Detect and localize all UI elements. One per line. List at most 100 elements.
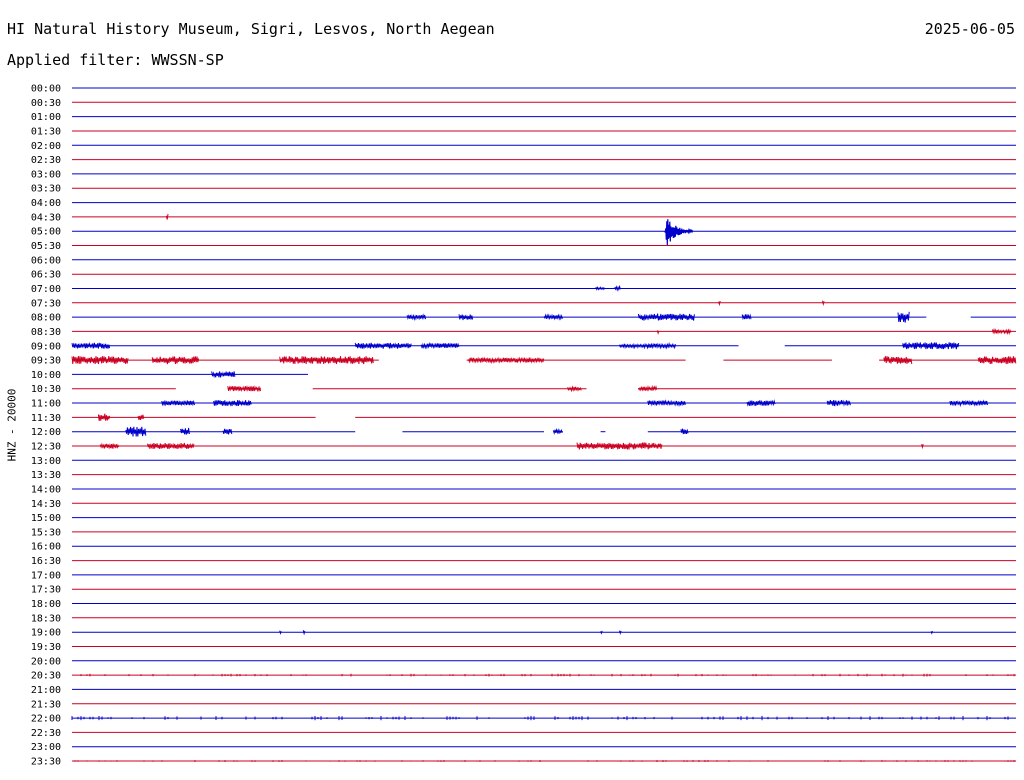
time-tick-label: 19:30 (31, 642, 61, 653)
trace-0200: 02:00 (31, 141, 1016, 152)
seismic-event-waveform (664, 219, 694, 246)
time-tick-label: 10:30 (31, 384, 61, 395)
time-tick-label: 12:00 (31, 427, 61, 438)
trace-1000: 10:00 (31, 370, 308, 381)
time-tick-label: 14:30 (31, 499, 61, 510)
trace-signal (822, 300, 825, 307)
trace-1230: 12:30 (31, 442, 1016, 453)
time-tick-label: 10:00 (31, 370, 61, 381)
trace-0330: 03:30 (31, 184, 1016, 195)
trace-2330: 23:30 (31, 757, 1016, 768)
trace-signal (137, 414, 145, 421)
trace-1500: 15:00 (31, 513, 1016, 524)
trace-signal (458, 314, 474, 321)
time-tick-label: 16:30 (31, 556, 61, 567)
time-tick-label: 00:00 (31, 84, 61, 95)
time-tick-label: 11:00 (31, 399, 61, 410)
trace-signal (125, 426, 147, 437)
trace-signal (147, 442, 195, 450)
trace-signal (97, 413, 111, 421)
trace-signal (991, 327, 1012, 336)
trace-0530: 05:30 (31, 241, 1016, 252)
time-tick-label: 20:00 (31, 656, 61, 667)
trace-0030: 00:30 (31, 98, 1016, 109)
trace-1930: 19:30 (31, 642, 1016, 653)
trace-0730: 07:30 (31, 298, 1016, 309)
trace-0830: 08:30 (31, 327, 1016, 338)
trace-0430: 04:30 (31, 212, 1016, 223)
time-tick-label: 02:00 (31, 141, 61, 152)
trace-2300: 23:00 (31, 742, 1016, 753)
trace-signal (354, 342, 412, 349)
trace-signal (741, 313, 752, 321)
trace-signal (902, 342, 960, 350)
trace-signal (406, 313, 426, 321)
time-tick-label: 23:00 (31, 742, 61, 753)
time-tick-label: 04:30 (31, 212, 61, 223)
time-tick-label: 20:30 (31, 671, 61, 682)
trace-signal (552, 427, 563, 436)
trace-signal (161, 399, 195, 407)
trace-signal (930, 631, 934, 635)
trace-signal (71, 341, 111, 350)
trace-0600: 06:00 (31, 255, 1016, 266)
time-tick-label: 18:00 (31, 599, 61, 610)
trace-1300: 13:00 (31, 456, 1016, 467)
time-tick-label: 22:30 (31, 728, 61, 739)
trace-signal (921, 443, 924, 450)
trace-1700: 17:00 (31, 570, 1016, 581)
trace-0900: 09:00 (31, 341, 1016, 352)
time-tick-label: 21:00 (31, 685, 61, 696)
trace-1830: 18:30 (31, 613, 1016, 624)
trace-signal (211, 371, 236, 379)
trace-signal (619, 630, 622, 635)
time-tick-label: 14:00 (31, 484, 61, 495)
trace-0130: 01:30 (31, 126, 1016, 137)
trace-2130: 21:30 (31, 699, 1016, 710)
trace-signal (302, 630, 306, 636)
time-tick-label: 19:00 (31, 628, 61, 639)
trace-1730: 17:30 (31, 585, 1016, 596)
trace-signal (637, 384, 658, 392)
trace-signal (576, 442, 663, 450)
time-tick-label: 01:00 (31, 112, 61, 123)
trace-signal (614, 284, 621, 292)
time-tick-label: 05:00 (31, 227, 61, 238)
time-tick-label: 11:30 (31, 413, 61, 424)
trace-2030: 20:30 (31, 671, 1016, 682)
trace-1600: 16:00 (31, 542, 1016, 553)
trace-signal (151, 356, 200, 365)
trace-signal (543, 313, 563, 321)
time-tick-label: 03:00 (31, 169, 61, 180)
time-tick-label: 22:00 (31, 714, 61, 725)
time-tick-label: 02:30 (31, 155, 61, 166)
trace-0000: 00:00 (31, 84, 1016, 95)
trace-signal (567, 385, 582, 393)
time-tick-label: 17:30 (31, 585, 61, 596)
trace-1430: 14:30 (31, 499, 1016, 510)
helicorder-chart: HI Natural History Museum, Sigri, Lesvos… (0, 0, 1024, 780)
time-tick-label: 08:00 (31, 313, 61, 324)
time-tick-label: 07:30 (31, 298, 61, 309)
time-tick-label: 06:00 (31, 255, 61, 266)
time-tick-label: 15:30 (31, 527, 61, 538)
trace-0930: 09:30 (31, 356, 1017, 367)
trace-1030: 10:30 (31, 384, 1016, 395)
trace-2100: 21:00 (31, 685, 1016, 696)
time-tick-label: 06:30 (31, 270, 61, 281)
time-tick-label: 07:00 (31, 284, 61, 295)
helicorder-plot: 00:00 00:30 01:00 01:30 02:00 02:30 03:00 03:30… (31, 84, 1017, 768)
trace-signal (949, 399, 988, 408)
trace-signal (595, 286, 606, 291)
trace-signal (600, 630, 603, 635)
trace-1530: 15:30 (31, 527, 1016, 538)
time-tick-label: 18:30 (31, 613, 61, 624)
time-tick-label: 13:30 (31, 470, 61, 481)
trace-1630: 16:30 (31, 556, 1016, 567)
time-tick-label: 09:30 (31, 356, 61, 367)
trace-1900: 19:00 (31, 628, 1016, 639)
trace-1800: 18:00 (31, 599, 1016, 610)
trace-signal (656, 330, 660, 335)
time-tick-label: 13:00 (31, 456, 61, 467)
trace-1200: 12:00 (31, 426, 1016, 438)
